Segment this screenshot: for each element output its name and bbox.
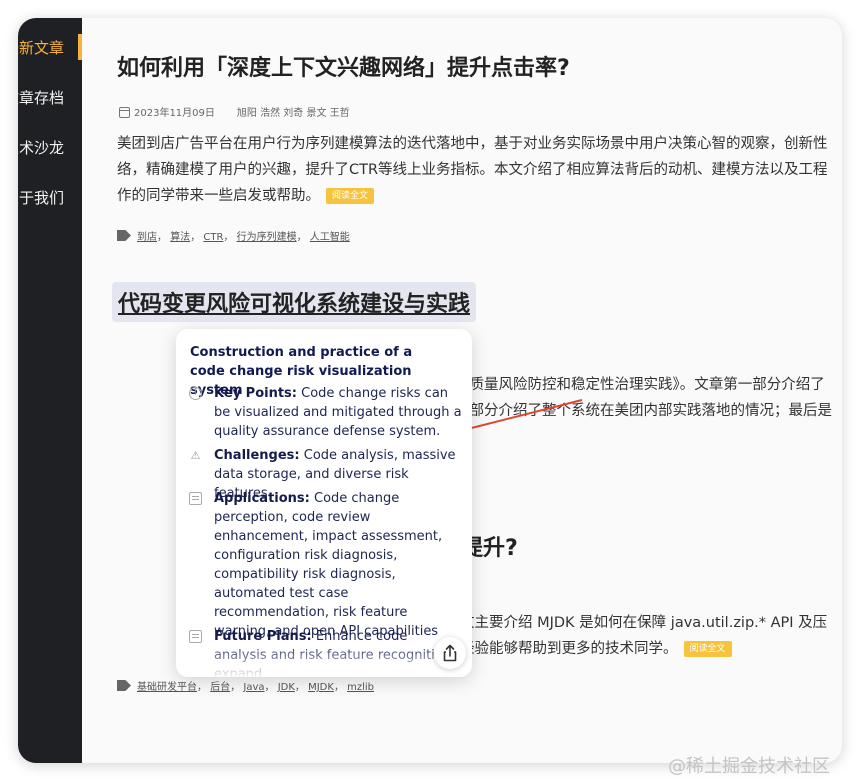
sidebar-item-label: 文章存档	[18, 89, 64, 107]
popup-item: Applications: Code change perception, co…	[214, 489, 462, 641]
sidebar-item-latest-articles[interactable]: 最新文章	[18, 28, 82, 68]
popup-item-heading: Future Plans:	[214, 629, 312, 644]
app-window: 最新文章 文章存档 技术沙龙 关于我们 如何利用「深度上下文兴趣网络」提升点击率…	[18, 18, 842, 763]
watermark: @稀土掘金技术社区	[668, 756, 830, 777]
arrow-right-icon	[189, 630, 202, 643]
share-button[interactable]	[434, 637, 466, 669]
share-icon	[443, 644, 457, 662]
popup-item-heading: Applications:	[214, 491, 310, 506]
warning-icon: ⚠	[190, 449, 201, 462]
sidebar-item-label: 技术沙龙	[18, 139, 64, 157]
document-icon	[189, 492, 202, 505]
summary-popup: Construction and practice of a code chan…	[176, 329, 472, 677]
main-content: 如何利用「深度上下文兴趣网络」提升点击率? 2023年11月09日 旭阳 浩然 刘…	[82, 18, 842, 763]
popup-item: Future Plans: Enhance code analysis and …	[214, 627, 462, 677]
sidebar-item-label: 最新文章	[18, 39, 64, 57]
sidebar-item-about-us[interactable]: 关于我们	[18, 178, 82, 218]
sidebar-item-label: 关于我们	[18, 189, 64, 207]
info-icon: i	[189, 387, 202, 400]
sidebar-item-tech-salon[interactable]: 技术沙龙	[18, 128, 82, 168]
popup-item-heading: Key Points:	[214, 386, 297, 401]
sidebar-item-archive[interactable]: 文章存档	[18, 78, 82, 118]
popup-item-heading: Challenges:	[214, 448, 300, 463]
popup-item: Key Points: Code change risks can be vis…	[214, 384, 462, 441]
popup-item-text: Code change perception, code review enha…	[214, 491, 443, 639]
sidebar: 最新文章 文章存档 技术沙龙 关于我们	[18, 18, 82, 763]
